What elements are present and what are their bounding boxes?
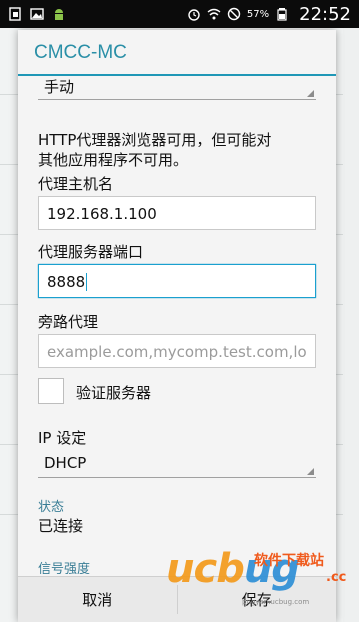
- ip-settings-label: IP 设定: [38, 429, 87, 447]
- battery-icon: [275, 7, 289, 21]
- proxy-info-text-line1: HTTP代理器浏览器可用，但可能对: [38, 131, 272, 149]
- bypass-label: 旁路代理: [38, 313, 99, 331]
- alarm-icon: [187, 7, 201, 21]
- dropdown-arrow-icon: [307, 468, 314, 475]
- status-bar: 57% 22:52: [0, 0, 359, 28]
- sim-card-icon: [8, 7, 22, 21]
- hostname-label: 代理主机名: [38, 175, 114, 193]
- port-label: 代理服务器端口: [38, 243, 144, 261]
- bypass-input[interactable]: example.com,mycomp.test.com,lo: [38, 334, 316, 368]
- port-value: 8888: [47, 273, 86, 291]
- hostname-input[interactable]: 192.168.1.100: [38, 196, 316, 230]
- hostname-value: 192.168.1.100: [47, 205, 157, 223]
- proxy-mode-select[interactable]: 手动: [38, 76, 316, 100]
- dialog-button-bar: 取消 保存: [18, 576, 336, 622]
- proxy-info-text-line2: 其他应用程序不可用。: [38, 151, 189, 169]
- text-cursor: [86, 273, 88, 291]
- proxy-mode-value: 手动: [44, 78, 75, 96]
- ip-settings-select[interactable]: DHCP: [38, 450, 316, 478]
- battery-percent: 57%: [246, 8, 270, 20]
- clock: 22:52: [299, 3, 351, 25]
- wifi-icon: [207, 7, 221, 21]
- signal-strength-label: 信号强度: [38, 562, 91, 574]
- no-signal-icon: [227, 7, 241, 21]
- status-value: 已连接: [38, 517, 84, 535]
- save-button[interactable]: 保存: [178, 577, 337, 622]
- background-edge: [343, 28, 359, 622]
- status-label: 状态: [38, 500, 65, 515]
- dropdown-arrow-icon: [307, 90, 314, 97]
- verify-server-label: 验证服务器: [76, 384, 152, 402]
- dialog-title: CMCC-MC: [18, 30, 336, 76]
- cancel-button[interactable]: 取消: [18, 577, 177, 622]
- android-icon: [52, 7, 66, 21]
- image-icon: [30, 7, 44, 21]
- ip-settings-value: DHCP: [44, 454, 87, 472]
- verify-server-checkbox[interactable]: [38, 378, 64, 404]
- dialog-body[interactable]: 手动 HTTP代理器浏览器可用，但可能对 其他应用程序不可用。 代理主机名 19…: [18, 76, 336, 574]
- bypass-placeholder: example.com,mycomp.test.com,lo: [47, 343, 307, 361]
- port-input[interactable]: 8888: [38, 264, 316, 298]
- wifi-network-dialog: CMCC-MC 手动 HTTP代理器浏览器可用，但可能对 其他应用程序不可用。 …: [18, 30, 336, 622]
